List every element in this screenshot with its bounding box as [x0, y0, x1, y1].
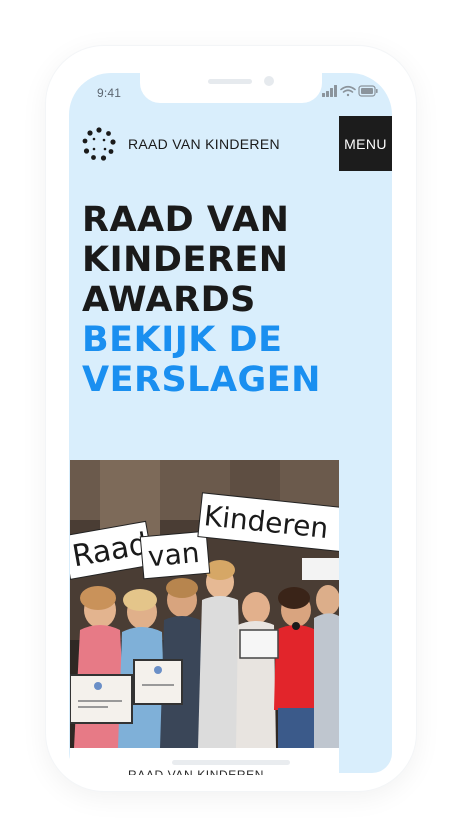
hero-title-line-1: RAAD VAN: [82, 200, 290, 240]
sign-word-2: van: [147, 536, 201, 573]
signal-icon: [322, 85, 337, 97]
phone-notch: [140, 73, 322, 103]
footer-partial-text: RAAD VAN KINDEREN: [128, 768, 265, 775]
hero-subtitle-line-1[interactable]: BEKIJK DE: [82, 320, 382, 360]
speaker-grille: [208, 79, 252, 84]
status-icons: [322, 85, 378, 97]
dotted-circle-logo-icon[interactable]: [82, 127, 116, 161]
hero-photo: Raad van Kinderen: [70, 460, 339, 748]
wifi-icon: [340, 85, 356, 97]
hero-title-line-2: KINDEREN: [82, 240, 289, 280]
battery-icon: [358, 85, 378, 97]
hero-headline: RAAD VAN KINDEREN AWARDS BEKIJK DE VERSL…: [82, 200, 382, 400]
home-indicator: [172, 760, 290, 765]
brand-name[interactable]: RAAD VAN KINDEREN: [128, 136, 280, 152]
hero-subtitle-line-2[interactable]: VERSLAGEN: [82, 360, 382, 400]
menu-button[interactable]: MENU: [339, 116, 392, 171]
front-camera: [264, 76, 274, 86]
status-time: 9:41: [97, 86, 122, 100]
hero-title-line-3: AWARDS: [82, 280, 256, 320]
